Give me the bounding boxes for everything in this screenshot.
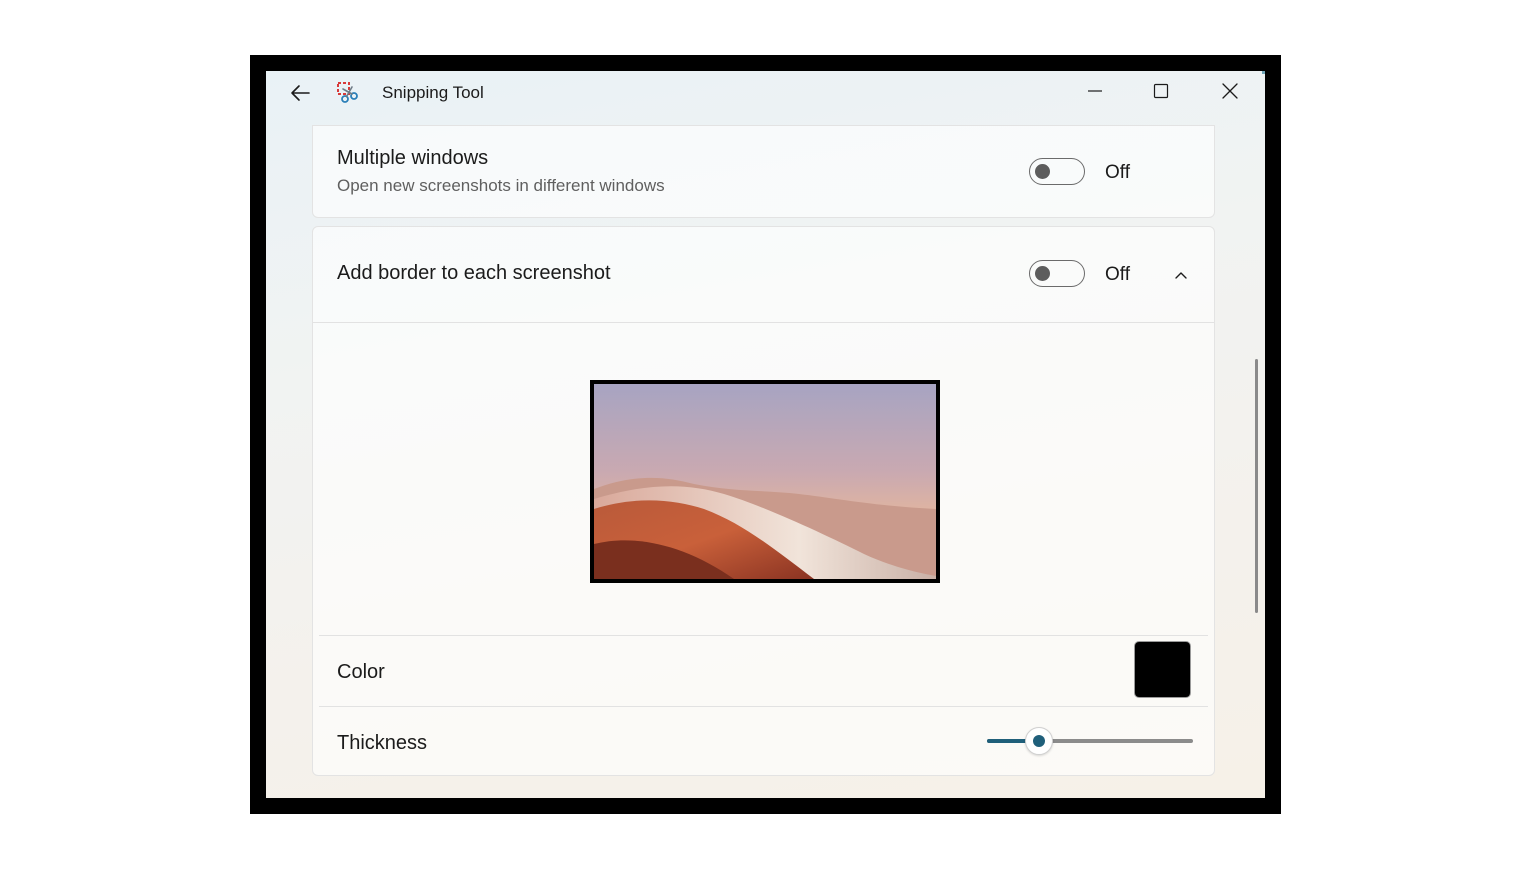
thickness-slider[interactable] bbox=[987, 727, 1193, 755]
window-frame: Snipping Tool Multiple windows Open new … bbox=[250, 55, 1281, 814]
minimize-icon bbox=[1088, 90, 1102, 92]
maximize-icon bbox=[1153, 83, 1169, 99]
maximize-button[interactable] bbox=[1138, 75, 1184, 107]
settings-content: Multiple windows Open new screenshots in… bbox=[266, 117, 1265, 798]
collapse-button[interactable] bbox=[1169, 263, 1193, 287]
add-border-state: Off bbox=[1105, 264, 1130, 285]
add-border-title: Add border to each screenshot bbox=[337, 262, 611, 284]
multiple-windows-subtitle: Open new screenshots in different window… bbox=[337, 176, 665, 195]
color-row-divider bbox=[319, 635, 1208, 636]
snipping-tool-icon bbox=[336, 81, 360, 105]
color-label: Color bbox=[337, 661, 385, 683]
back-button[interactable] bbox=[286, 80, 314, 106]
back-arrow-icon bbox=[291, 85, 310, 101]
slider-thumb[interactable] bbox=[1024, 727, 1053, 755]
multiple-windows-card: Multiple windows Open new screenshots in… bbox=[312, 125, 1215, 218]
vertical-scrollbar[interactable] bbox=[1255, 359, 1258, 613]
close-icon bbox=[1222, 83, 1238, 99]
color-swatch-button[interactable] bbox=[1134, 641, 1191, 698]
chevron-up-icon bbox=[1175, 272, 1187, 279]
toggle-knob bbox=[1035, 266, 1050, 281]
snipping-tool-window: Snipping Tool Multiple windows Open new … bbox=[266, 71, 1265, 798]
add-border-card: Add border to each screenshot Off Color … bbox=[312, 226, 1215, 776]
minimize-button[interactable] bbox=[1072, 75, 1118, 107]
multiple-windows-title: Multiple windows bbox=[337, 147, 489, 169]
border-preview-image bbox=[590, 380, 940, 583]
thickness-row-divider bbox=[319, 706, 1208, 707]
expander-divider bbox=[313, 322, 1214, 323]
thickness-label: Thickness bbox=[337, 732, 428, 754]
multiple-windows-state: Off bbox=[1105, 162, 1130, 183]
title-bar: Snipping Tool bbox=[266, 71, 1265, 115]
close-button[interactable] bbox=[1207, 75, 1253, 107]
app-title: Snipping Tool bbox=[382, 83, 484, 102]
multiple-windows-toggle[interactable] bbox=[1029, 158, 1085, 185]
toggle-knob bbox=[1035, 164, 1050, 179]
add-border-toggle[interactable] bbox=[1029, 260, 1085, 287]
